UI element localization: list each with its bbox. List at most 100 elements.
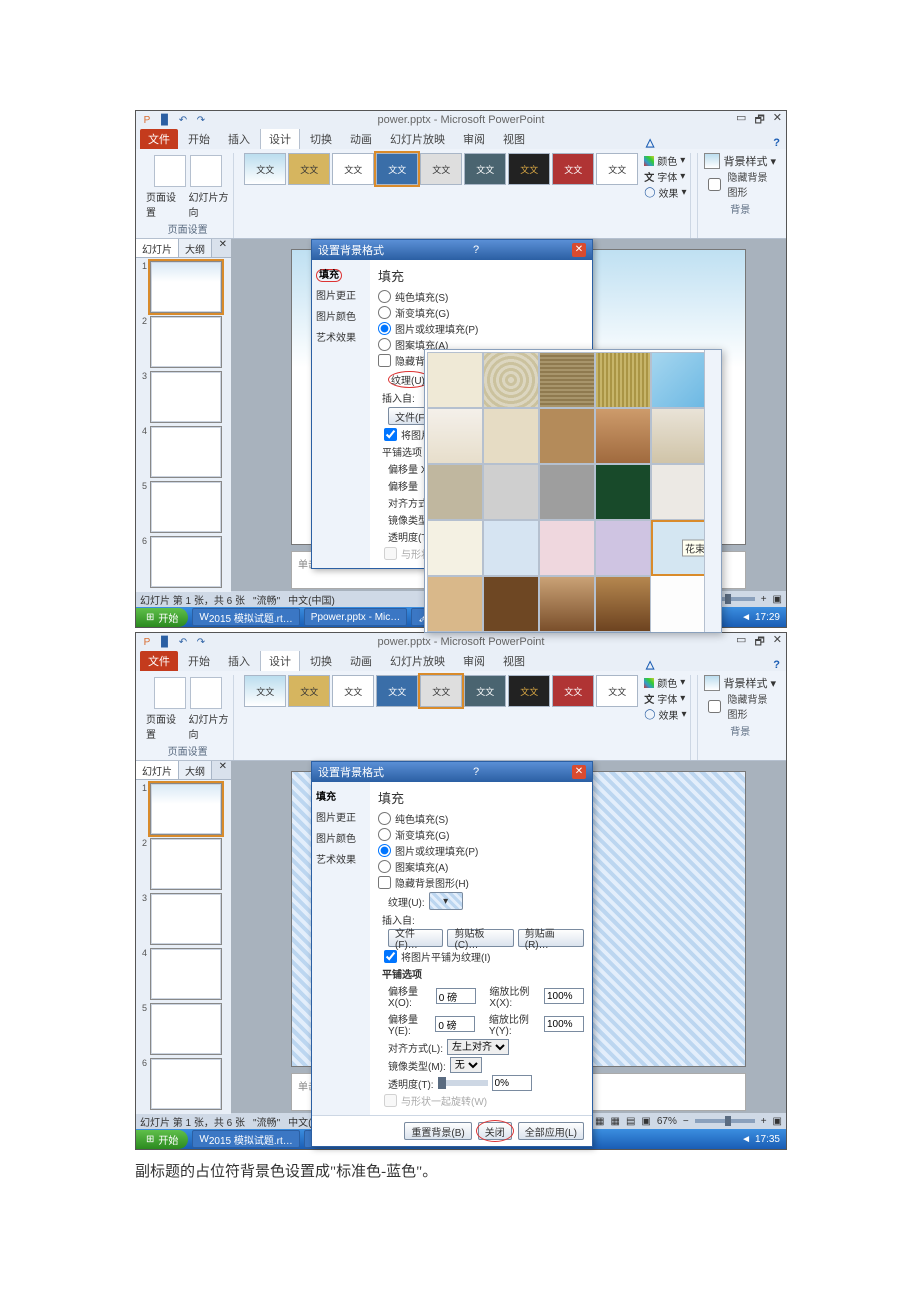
nav-fill[interactable]: 填充 bbox=[316, 266, 366, 281]
tab-home[interactable]: 开始 bbox=[180, 651, 218, 671]
clipart-button[interactable]: 剪贴画(R)… bbox=[518, 929, 584, 947]
effects-dropdown[interactable]: ◯效果 ▾ bbox=[644, 707, 686, 722]
theme-swatch[interactable]: 文文 bbox=[552, 675, 594, 707]
slide-thumbnail[interactable] bbox=[150, 261, 222, 313]
texture-swatch[interactable] bbox=[595, 576, 651, 632]
side-tab-outline[interactable]: 大纲 bbox=[179, 761, 212, 779]
slide-thumbnail[interactable] bbox=[150, 536, 222, 588]
theme-swatch[interactable]: 文文 bbox=[508, 153, 550, 185]
nav-picture-corrections[interactable]: 图片更正 bbox=[316, 809, 366, 824]
ribbon-minimize-icon[interactable]: △ bbox=[640, 658, 660, 671]
texture-swatch[interactable] bbox=[651, 408, 707, 464]
apply-all-button[interactable]: 全部应用(L) bbox=[518, 1122, 584, 1140]
tab-home[interactable]: 开始 bbox=[180, 129, 218, 149]
nav-picture-color[interactable]: 图片颜色 bbox=[316, 308, 366, 323]
fit-to-window-button[interactable]: ▣ bbox=[773, 1116, 782, 1127]
view-reading-icon[interactable]: ▤ bbox=[626, 1116, 635, 1127]
tab-file[interactable]: 文件 bbox=[140, 129, 178, 149]
theme-swatch[interactable]: 文文 bbox=[244, 675, 286, 707]
help-icon[interactable]: ? bbox=[767, 137, 786, 149]
tray-icon[interactable]: ◄ bbox=[741, 1134, 751, 1145]
theme-swatch[interactable]: 文文 bbox=[464, 675, 506, 707]
hide-bg-checkbox[interactable]: 隐藏背景图形 bbox=[704, 691, 776, 721]
status-lang[interactable]: 中文(中国) bbox=[288, 592, 335, 607]
texture-swatch[interactable] bbox=[483, 576, 539, 632]
opt-picture-texture[interactable]: 图片或纹理填充(P) bbox=[378, 843, 584, 858]
view-normal-icon[interactable]: ▦ bbox=[595, 1116, 604, 1127]
tab-insert[interactable]: 插入 bbox=[220, 129, 258, 149]
taskbar-item[interactable]: P power.pptx - Mic… bbox=[304, 608, 407, 626]
tab-animations[interactable]: 动画 bbox=[342, 129, 380, 149]
theme-swatch[interactable]: 文文 bbox=[288, 675, 330, 707]
slide-thumbnail[interactable] bbox=[150, 481, 222, 533]
nav-artistic-effects[interactable]: 艺术效果 bbox=[316, 851, 366, 866]
slide-thumbnail[interactable] bbox=[150, 1058, 222, 1110]
texture-swatch[interactable] bbox=[539, 352, 595, 408]
tab-insert[interactable]: 插入 bbox=[220, 651, 258, 671]
nav-picture-color[interactable]: 图片颜色 bbox=[316, 830, 366, 845]
slide-thumbnail[interactable] bbox=[150, 838, 222, 890]
nav-artistic-effects[interactable]: 艺术效果 bbox=[316, 329, 366, 344]
theme-swatch[interactable]: 文文 bbox=[244, 153, 286, 185]
tab-slideshow[interactable]: 幻灯片放映 bbox=[382, 651, 453, 671]
theme-swatch[interactable]: 文文 bbox=[552, 153, 594, 185]
tab-animations[interactable]: 动画 bbox=[342, 651, 380, 671]
theme-swatch[interactable]: 文文 bbox=[508, 675, 550, 707]
hide-bg-checkbox[interactable]: 隐藏背景图形 bbox=[704, 169, 776, 199]
start-button[interactable]: ⊞开始 bbox=[136, 1130, 188, 1149]
background-styles-button[interactable]: 背景样式 ▾ bbox=[704, 675, 776, 691]
save-icon[interactable]: ▉ bbox=[158, 635, 172, 649]
zoom-percent[interactable]: 67% bbox=[657, 1116, 677, 1127]
zoom-out-button[interactable]: − bbox=[683, 1116, 689, 1127]
theme-swatch[interactable]: 文文 bbox=[596, 153, 638, 185]
texture-swatch-bouquet[interactable]: 花束 bbox=[651, 520, 707, 576]
clipboard-button[interactable]: 剪贴板(C)… bbox=[447, 929, 513, 947]
opt-gradient[interactable]: 渐变填充(G) bbox=[378, 827, 584, 842]
theme-swatch[interactable]: 文文 bbox=[420, 153, 462, 185]
slide-thumbnail[interactable] bbox=[150, 371, 222, 423]
file-button[interactable]: 文件(F)… bbox=[388, 929, 443, 947]
opt-pattern[interactable]: 图案填充(A) bbox=[378, 859, 584, 874]
tab-design[interactable]: 设计 bbox=[260, 128, 300, 149]
close-button[interactable]: ✕ bbox=[773, 111, 782, 130]
opt-picture-texture[interactable]: 图片或纹理填充(P) bbox=[378, 321, 584, 336]
tab-file[interactable]: 文件 bbox=[140, 651, 178, 671]
dialog-help-icon[interactable]: ? bbox=[473, 244, 479, 256]
taskbar-item[interactable]: W 2015 模拟试题.rt… bbox=[192, 608, 299, 626]
slide-thumbnail[interactable] bbox=[150, 426, 222, 478]
redo-icon[interactable]: ↷ bbox=[194, 113, 208, 127]
texture-swatch[interactable] bbox=[539, 464, 595, 520]
tab-review[interactable]: 审阅 bbox=[455, 651, 493, 671]
theme-swatch[interactable]: 文文 bbox=[420, 675, 462, 707]
redo-icon[interactable]: ↷ bbox=[194, 635, 208, 649]
texture-scrollbar[interactable] bbox=[704, 350, 721, 632]
zoom-in-button[interactable]: + bbox=[761, 594, 767, 605]
theme-swatch[interactable]: 文文 bbox=[596, 675, 638, 707]
texture-swatch[interactable] bbox=[483, 408, 539, 464]
side-close-button[interactable]: ✕ bbox=[215, 239, 231, 257]
dialog-title-bar[interactable]: 设置背景格式 ? ✕ bbox=[312, 240, 592, 260]
tab-slideshow[interactable]: 幻灯片放映 bbox=[382, 129, 453, 149]
texture-swatch[interactable] bbox=[427, 464, 483, 520]
effects-dropdown[interactable]: ◯效果 ▾ bbox=[644, 185, 686, 200]
reset-background-button[interactable]: 重置背景(B) bbox=[404, 1122, 471, 1140]
slide-thumbnail[interactable] bbox=[150, 783, 222, 835]
fit-to-window-button[interactable]: ▣ bbox=[773, 594, 782, 605]
tab-review[interactable]: 审阅 bbox=[455, 129, 493, 149]
side-close-button[interactable]: ✕ bbox=[215, 761, 231, 779]
dialog-help-icon[interactable]: ? bbox=[473, 766, 479, 778]
taskbar-item[interactable]: W 2015 模拟试题.rt… bbox=[192, 1130, 299, 1148]
scale-x-input[interactable] bbox=[544, 988, 584, 1004]
slide-orientation-button[interactable] bbox=[190, 155, 222, 187]
texture-swatch[interactable] bbox=[595, 408, 651, 464]
dialog-title-bar[interactable]: 设置背景格式 ? ✕ bbox=[312, 762, 592, 782]
view-slideshow-icon[interactable]: ▣ bbox=[641, 1116, 650, 1127]
dialog-close-button[interactable]: ✕ bbox=[572, 765, 586, 779]
tab-view[interactable]: 视图 bbox=[495, 129, 533, 149]
close-button[interactable]: ✕ bbox=[773, 633, 782, 652]
texture-swatch[interactable] bbox=[539, 520, 595, 576]
theme-swatch[interactable]: 文文 bbox=[376, 153, 418, 185]
slide-thumbnail[interactable] bbox=[150, 316, 222, 368]
texture-swatch[interactable] bbox=[427, 352, 483, 408]
side-tab-slides[interactable]: 幻灯片 bbox=[136, 239, 179, 257]
